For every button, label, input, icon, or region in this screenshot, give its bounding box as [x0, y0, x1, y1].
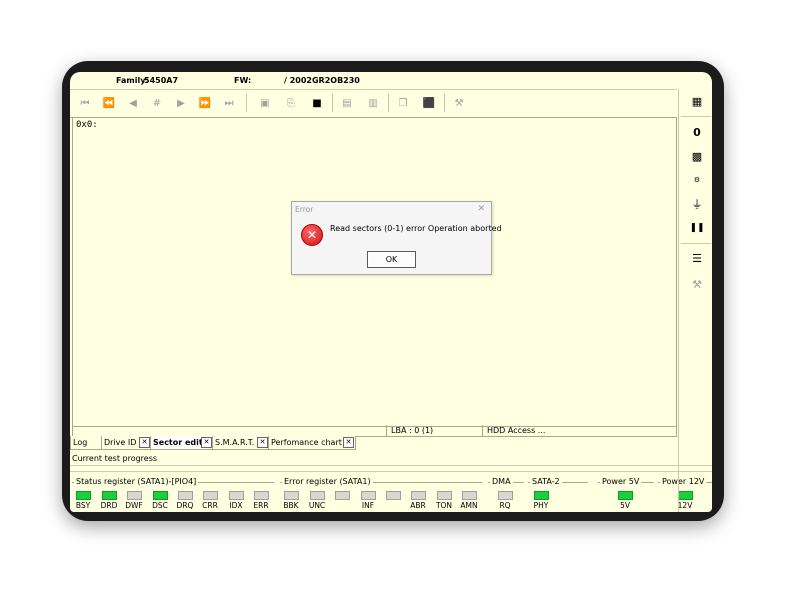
power5v-title: Power 5V [600, 477, 642, 486]
toolbar-divider [388, 94, 389, 112]
drive-select-icon[interactable]: ▦ [687, 92, 707, 110]
last-icon[interactable]: ⏭ [220, 94, 238, 112]
tools-icon[interactable]: ⚒ [687, 275, 707, 293]
led-rq [498, 491, 513, 500]
fw-label: FW: [234, 76, 252, 85]
led-crr [203, 491, 218, 500]
led-inf [361, 491, 376, 500]
fw-value: / 2002GR2OB230 [284, 76, 360, 85]
tools-icon[interactable]: ⚒ [450, 94, 468, 112]
read-icon[interactable]: ▤ [338, 94, 356, 112]
close-icon[interactable]: ✕ [201, 437, 212, 448]
led-drq [178, 491, 193, 500]
close-icon[interactable]: ✕ [477, 204, 485, 214]
status-register-title: Status register (SATA1)-[PIO4] [74, 477, 199, 486]
led-abr [411, 491, 426, 500]
led-ton [437, 491, 452, 500]
led-bbk [284, 491, 299, 500]
dma-group: DMA RQ [488, 477, 524, 512]
progress-track [70, 465, 712, 466]
close-icon[interactable]: ✕ [257, 437, 268, 448]
led-blank [335, 491, 350, 500]
power5v-group: Power 5V 5V [598, 477, 654, 512]
pause-icon[interactable]: ❚❚ [687, 219, 707, 237]
sata2-title: SATA-2 [530, 477, 562, 486]
chip-icon[interactable]: ▩ [687, 147, 707, 165]
lba-status: LBA : 0 (1) [386, 425, 483, 436]
toolbar-divider [246, 94, 247, 112]
led-bsy [76, 491, 91, 500]
zero-icon[interactable]: 0 [687, 123, 707, 141]
led-dwf [127, 491, 142, 500]
tab-performance-chart[interactable]: Perfomance chart ✕ [268, 436, 356, 450]
toolbar-divider [332, 94, 333, 112]
led-err [254, 491, 269, 500]
led-5v [618, 491, 633, 500]
sector-toolbar: ⏮ ⏪ ◀ # ▶ ⏩ ⏭ ▣ ⎘ ■ ▤ ▥ ❐ ⬛ ⚒ [70, 89, 677, 118]
rewind-icon[interactable]: ⏪ [100, 94, 118, 112]
error-icon: ✕ [301, 224, 323, 246]
hdd-access-status: HDD Access ... [482, 425, 677, 436]
tab-drive-id[interactable]: Drive ID ✕ [101, 436, 152, 450]
led-drd [102, 491, 117, 500]
prev-icon[interactable]: ◀ [124, 94, 142, 112]
tab-smart[interactable]: S.M.A.R.T. ✕ [212, 436, 270, 450]
sata2-group: SATA-2 PHY [528, 477, 588, 512]
stop-icon[interactable]: ■ [308, 94, 326, 112]
dialog-title: Error [295, 205, 314, 214]
error-register-title: Error register (SATA1) [282, 477, 373, 486]
drive-info-bar: Family: 5450A7 FW: / 2002GR2OB230 [70, 72, 712, 89]
goto-icon[interactable]: # [148, 94, 166, 112]
tab-log[interactable]: Log [70, 436, 103, 450]
toolbar-divider [681, 116, 711, 117]
led-dsc [153, 491, 168, 500]
open-icon[interactable]: ⎘ [282, 94, 300, 112]
next-icon[interactable]: ▶ [172, 94, 190, 112]
close-icon[interactable]: ✕ [343, 437, 354, 448]
editor-address: 0x0: [76, 120, 98, 130]
divider [70, 471, 712, 472]
copy-icon[interactable]: ❐ [394, 94, 412, 112]
fill-icon[interactable]: ⬛ [420, 94, 438, 112]
led-phy [534, 491, 549, 500]
dialog-message: Read sectors (0-1) error Operation abort… [330, 224, 502, 233]
tab-sector-edit[interactable]: Sector edit ✕ [150, 436, 214, 450]
family-value: 5450A7 [144, 76, 179, 85]
script-icon[interactable]: ☰ [687, 249, 707, 267]
dma-title: DMA [490, 477, 513, 486]
progress-label: Current test progress [72, 454, 158, 463]
error-dialog: Error ✕ ✕ Read sectors (0-1) error Opera… [291, 201, 502, 275]
led-amn [462, 491, 477, 500]
led-idx [229, 491, 244, 500]
save-icon[interactable]: ▣ [256, 94, 274, 112]
fast-forward-icon[interactable]: ⏩ [196, 94, 214, 112]
first-icon[interactable]: ⏮ [76, 94, 94, 112]
power-icon[interactable]: ⏚ [687, 195, 707, 213]
close-icon[interactable]: ✕ [139, 437, 150, 448]
reset-icon[interactable]: ⚙ [687, 171, 707, 189]
right-toolbar: ▦ 0 ▩ ⚙ ⏚ ❚❚ ☰ ⚒ [678, 89, 712, 512]
toolbar-divider [444, 94, 445, 112]
write-icon[interactable]: ▥ [364, 94, 382, 112]
tab-bar: Log Drive ID ✕ Sector edit ✕ S.M.A.R.T. ✕ P… [70, 436, 712, 450]
toolbar-divider [681, 243, 711, 244]
status-register-group: Status register (SATA1)-[PIO4] BSY DRD D… [72, 477, 274, 512]
led-unc [310, 491, 325, 500]
led-blank [386, 491, 401, 500]
app-window: Family: 5450A7 FW: / 2002GR2OB230 ⏮ ⏪ ◀ … [70, 72, 712, 512]
ok-button[interactable]: OK [367, 251, 416, 268]
error-register-group: Error register (SATA1) BBK UNC INF ABR T… [280, 477, 482, 512]
